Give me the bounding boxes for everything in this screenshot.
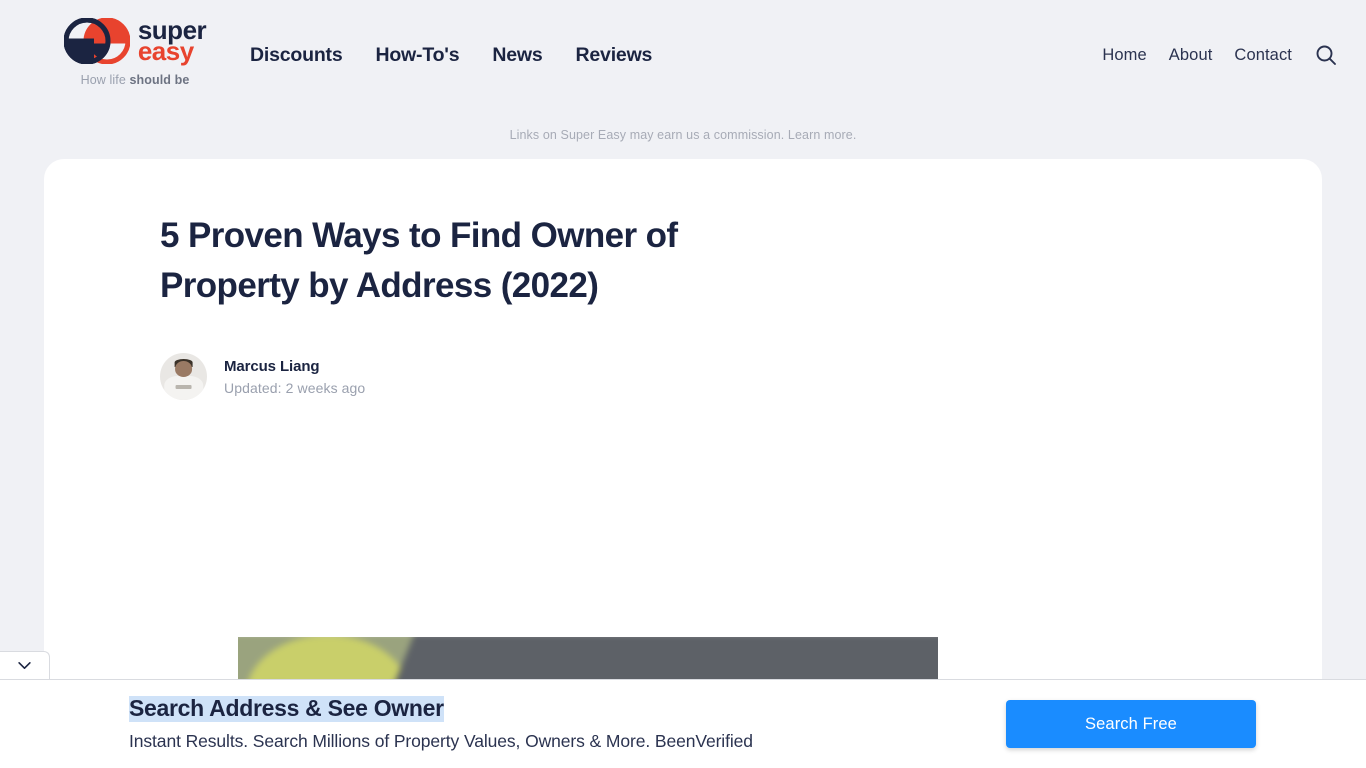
affiliate-disclosure: Links on Super Easy may earn us a commis…: [0, 110, 1366, 142]
chevron-down-icon: [18, 661, 31, 670]
ad-subtext: Instant Results. Search Millions of Prop…: [129, 730, 753, 751]
bottom-ad-banner: Search Address & See Owner Instant Resul…: [0, 679, 1366, 768]
site-header: super easy How life should be Discounts …: [0, 0, 1366, 110]
nav-reviews[interactable]: Reviews: [576, 44, 653, 67]
nav-news[interactable]: News: [492, 44, 542, 67]
tagline-prefix: How life: [80, 73, 130, 87]
disclosure-learn-more-link[interactable]: Learn more.: [788, 128, 857, 142]
nav-about[interactable]: About: [1169, 46, 1213, 65]
super-easy-logo-mark: [63, 18, 130, 64]
search-free-button[interactable]: Search Free: [1006, 700, 1256, 748]
author-name[interactable]: Marcus Liang: [224, 358, 365, 375]
avatar: [160, 353, 207, 401]
disclosure-text: Links on Super Easy may earn us a commis…: [509, 128, 785, 142]
utility-navigation: Home About Contact: [1102, 0, 1338, 110]
ad-copy: Search Address & See Owner Instant Resul…: [129, 695, 753, 752]
nav-contact[interactable]: Contact: [1234, 46, 1292, 65]
brand-logo[interactable]: super easy How life should be: [40, 0, 230, 87]
nav-discounts[interactable]: Discounts: [250, 44, 343, 67]
search-icon[interactable]: [1314, 43, 1338, 67]
avatar-head: [174, 361, 193, 378]
brand-word-easy: easy: [137, 36, 194, 66]
byline: Marcus Liang Updated: 2 weeks ago: [160, 353, 1322, 401]
byline-text: Marcus Liang Updated: 2 weeks ago: [224, 358, 365, 396]
avatar-body: [163, 376, 204, 401]
brand-wordmark: super easy: [137, 16, 207, 66]
ad-collapse-toggle[interactable]: [0, 651, 50, 679]
brand-tagline: How life should be: [81, 73, 190, 87]
brand-logo-row: super easy: [63, 16, 207, 66]
updated-timestamp: Updated: 2 weeks ago: [224, 379, 366, 396]
article-card: 5 Proven Ways to Find Owner of Property …: [44, 159, 1322, 719]
nav-how-tos[interactable]: How-To's: [375, 44, 459, 67]
main-navigation: Discounts How-To's News Reviews: [250, 0, 652, 110]
tagline-bold: should be: [129, 73, 190, 87]
avatar-shirt-graphic: [175, 385, 192, 389]
nav-home[interactable]: Home: [1102, 46, 1146, 65]
page-title: 5 Proven Ways to Find Owner of Property …: [160, 216, 678, 305]
ad-headline[interactable]: Search Address & See Owner: [129, 695, 444, 722]
